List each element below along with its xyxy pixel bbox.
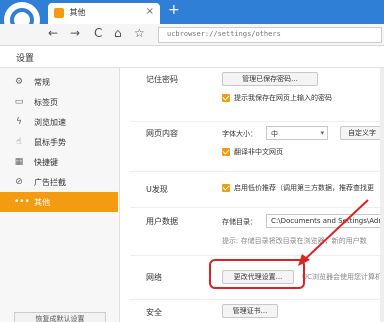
page-title: 设置	[16, 54, 35, 64]
new-tab-icon[interactable]: +	[168, 2, 180, 18]
sidebar-item-label: 标签页	[34, 98, 58, 107]
section-label: 记住密码	[146, 75, 178, 84]
gear-icon: ⚙	[14, 77, 24, 87]
lowprice-label: 启用低价推荐（调用第三方数据，推荐查找更	[234, 184, 374, 192]
star-icon[interactable]: ☆	[134, 26, 145, 40]
chevron-down-icon: ▾	[320, 129, 324, 137]
sidebar-item-general[interactable]: ⚙ 常规	[0, 72, 118, 92]
storage-dir-label: 存储目录：	[222, 218, 257, 226]
save-password-checkbox[interactable]	[222, 94, 230, 102]
section-label: 安全	[146, 308, 162, 317]
tab-favicon-icon	[54, 7, 64, 18]
proxy-hint: UC浏览器会使用您计算机	[302, 273, 383, 281]
sidebar-item-label: 广告拦截	[34, 178, 66, 187]
toolbar: ← → C ⌂ ☆ ucbrowser://settings/others	[0, 24, 384, 46]
ufind-section: U发现 启用低价推荐（调用第三方数据，推荐查找更	[130, 172, 384, 208]
section-label: U发现	[146, 185, 168, 194]
sidebar-item-label: 浏览加速	[34, 118, 66, 127]
webcontent-section: 网页内容 字体大小： 中 ▾ 自定义字 翻译非中文网页	[130, 122, 384, 172]
sidebar-item-adblock[interactable]: ⊘ 广告拦截	[0, 172, 118, 192]
highlight-callout	[209, 259, 305, 289]
lowprice-checkbox[interactable]	[222, 184, 230, 192]
sidebar-item-tabs[interactable]: ▭ 标签页	[0, 92, 118, 112]
custom-font-button[interactable]: 自定义字	[340, 126, 384, 140]
sidebar-item-label: 其他	[34, 198, 50, 207]
userdata-section: 用户数据 存储目录： C:\Documents and Settings\Adm…	[130, 208, 384, 256]
manage-certificates-button[interactable]: 管理证书...	[222, 304, 278, 318]
tab-others[interactable]: 其他 ×	[48, 3, 160, 24]
scrollbar[interactable]	[380, 68, 384, 322]
font-size-value: 中	[271, 130, 278, 138]
sidebar-item-label: 快捷键	[34, 158, 58, 167]
security-section: 安全 管理证书...	[130, 300, 384, 322]
forward-icon[interactable]: →	[70, 26, 80, 40]
sidebar-item-label: 鼠标手势	[34, 138, 66, 147]
translate-checkbox[interactable]	[222, 148, 230, 156]
lightning-icon: ϟ	[16, 117, 22, 127]
sidebar-item-others[interactable]: ••• 其他	[0, 192, 118, 212]
block-icon: ⊘	[15, 177, 23, 187]
home-icon[interactable]: ⌂	[114, 26, 122, 40]
section-label: 网页内容	[146, 129, 178, 138]
more-dots-icon: •••	[14, 197, 30, 207]
manage-passwords-button[interactable]: 管理已保存密码...	[222, 72, 318, 86]
refresh-icon[interactable]: C	[94, 26, 102, 40]
address-bar[interactable]: ucbrowser://settings/others	[158, 27, 382, 43]
section-label: 网络	[146, 273, 162, 282]
restore-defaults-button[interactable]: 恢复成默认设置	[14, 312, 106, 322]
tab-icon: ▭	[14, 97, 24, 107]
page-header: 设置	[0, 46, 384, 68]
sidebar-item-shortcuts[interactable]: ▦ 快捷键	[0, 152, 118, 172]
save-password-label: 提示我保存在网页上输入的密码	[234, 94, 332, 102]
sidebar-item-speedup[interactable]: ϟ 浏览加速	[0, 112, 118, 132]
password-section: 记住密码 管理已保存密码... 提示我保存在网页上输入的密码	[130, 68, 384, 122]
tab-close-icon[interactable]: ×	[146, 6, 154, 17]
title-bar: 其他 × +	[0, 0, 384, 40]
font-size-select[interactable]: 中 ▾	[266, 126, 328, 140]
settings-sidebar: ⚙ 常规 ▭ 标签页 ϟ 浏览加速 ☝ 鼠标手势 ▦ 快捷键 ⊘ 广告拦截 ••…	[0, 68, 120, 322]
font-size-label: 字体大小：	[222, 130, 257, 138]
tab-title: 其他	[69, 8, 86, 17]
sidebar-item-mouse-gesture[interactable]: ☝ 鼠标手势	[0, 132, 118, 152]
translate-label: 翻译非中文网页	[234, 148, 283, 156]
storage-dir-input[interactable]: C:\Documents and Settings\Administ	[266, 214, 384, 228]
hand-icon: ☝	[16, 137, 22, 147]
storage-hint: 提示: 存储目录将改目录在浏览器，新的用户数	[222, 237, 367, 245]
keyboard-icon: ▦	[14, 157, 24, 167]
back-icon[interactable]: ←	[48, 26, 58, 40]
section-label: 用户数据	[146, 217, 178, 226]
sidebar-item-label: 常规	[34, 78, 50, 87]
